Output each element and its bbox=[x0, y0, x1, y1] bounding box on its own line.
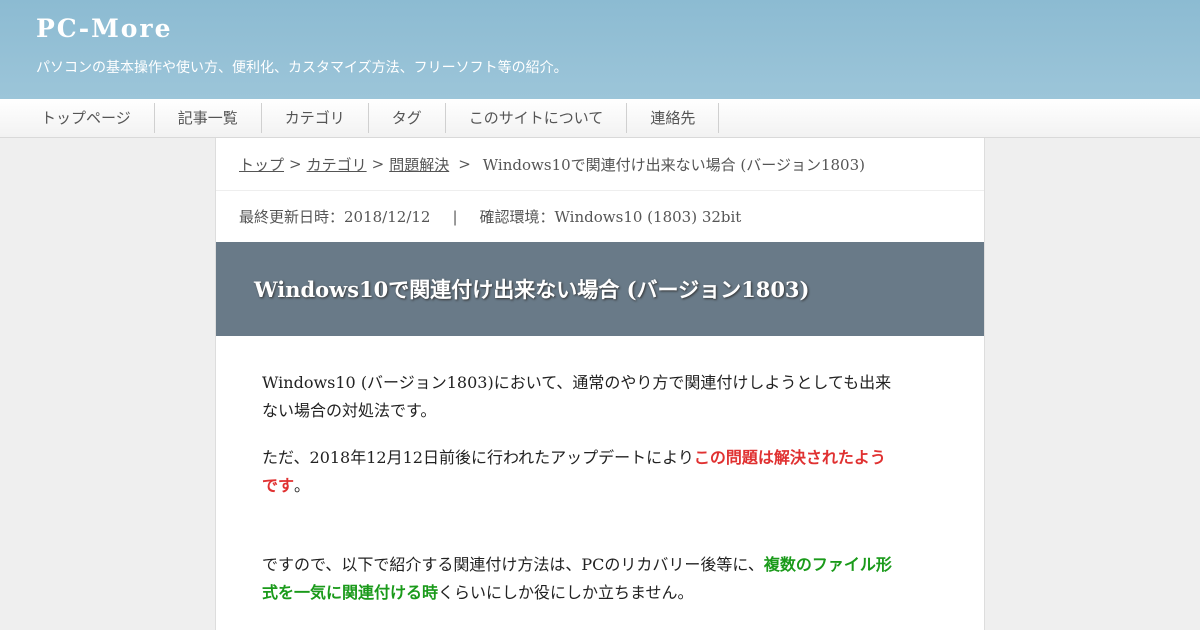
site-title[interactable]: PC-More bbox=[36, 14, 173, 43]
article-meta: 最終更新日時：2018/12/12 | 確認環境：Windows10 (1803… bbox=[216, 191, 984, 242]
nav-item-about[interactable]: このサイトについて bbox=[446, 103, 628, 133]
main-content: トップ > カテゴリ > 問題解決 > Windows10で関連付け出来ない場合… bbox=[215, 138, 985, 630]
breadcrumb-separator: > bbox=[371, 155, 385, 173]
breadcrumb: トップ > カテゴリ > 問題解決 > Windows10で関連付け出来ない場合… bbox=[216, 138, 984, 191]
article-body: Windows10 (バージョン1803)において、通常のやり方で関連付けしよう… bbox=[216, 336, 984, 607]
article-title: Windows10で関連付け出来ない場合 (バージョン1803) bbox=[254, 277, 810, 302]
meta-divider: | bbox=[452, 207, 458, 226]
update-text: ただ、2018年12月12日前後に行われたアップデートにより bbox=[262, 448, 694, 467]
global-nav: トップページ 記事一覧 カテゴリ タグ このサイトについて 連絡先 bbox=[0, 99, 1200, 138]
nav-item-article-list[interactable]: 記事一覧 bbox=[155, 103, 262, 133]
usage-text: ですので、以下で紹介する関連付け方法は、PCのリカバリー後等に、 bbox=[262, 555, 764, 574]
nav-item-contact[interactable]: 連絡先 bbox=[627, 103, 720, 133]
nav-item-tag[interactable]: タグ bbox=[369, 103, 446, 133]
nav-item-category[interactable]: カテゴリ bbox=[262, 103, 369, 133]
article-title-bar: Windows10で関連付け出来ない場合 (バージョン1803) bbox=[216, 242, 984, 336]
nav-item-top-page[interactable]: トップページ bbox=[0, 103, 155, 133]
paragraph-intro: Windows10 (バージョン1803)において、通常のやり方で関連付けしよう… bbox=[262, 373, 892, 420]
breadcrumb-section-link[interactable]: 問題解決 bbox=[389, 154, 449, 175]
site-description: パソコンの基本操作や使い方、便利化、カスタマイズ方法、フリーソフト等の紹介。 bbox=[36, 60, 568, 76]
paragraph-usage: ですので、以下で紹介する関連付け方法は、PCのリカバリー後等に、複数のファイル形… bbox=[262, 551, 894, 607]
breadcrumb-category-link[interactable]: カテゴリ bbox=[307, 154, 367, 175]
breadcrumb-separator: > bbox=[458, 155, 471, 173]
usage-text-end: くらいにしか役にしか立ちません。 bbox=[438, 583, 694, 602]
breadcrumb-top-link[interactable]: トップ bbox=[239, 154, 284, 175]
environment-info: 確認環境：Windows10 (1803) 32bit bbox=[479, 208, 742, 226]
breadcrumb-separator: > bbox=[289, 155, 302, 173]
breadcrumb-current: Windows10で関連付け出来ない場合 (バージョン1803) bbox=[482, 155, 865, 174]
site-header: PC-More パソコンの基本操作や使い方、便利化、カスタマイズ方法、フリーソフ… bbox=[0, 0, 1200, 99]
paragraph-update: ただ、2018年12月12日前後に行われたアップデートによりこの問題は解決された… bbox=[262, 444, 894, 500]
update-text-end: 。 bbox=[294, 476, 311, 495]
updated-date: 最終更新日時：2018/12/12 bbox=[239, 208, 431, 226]
